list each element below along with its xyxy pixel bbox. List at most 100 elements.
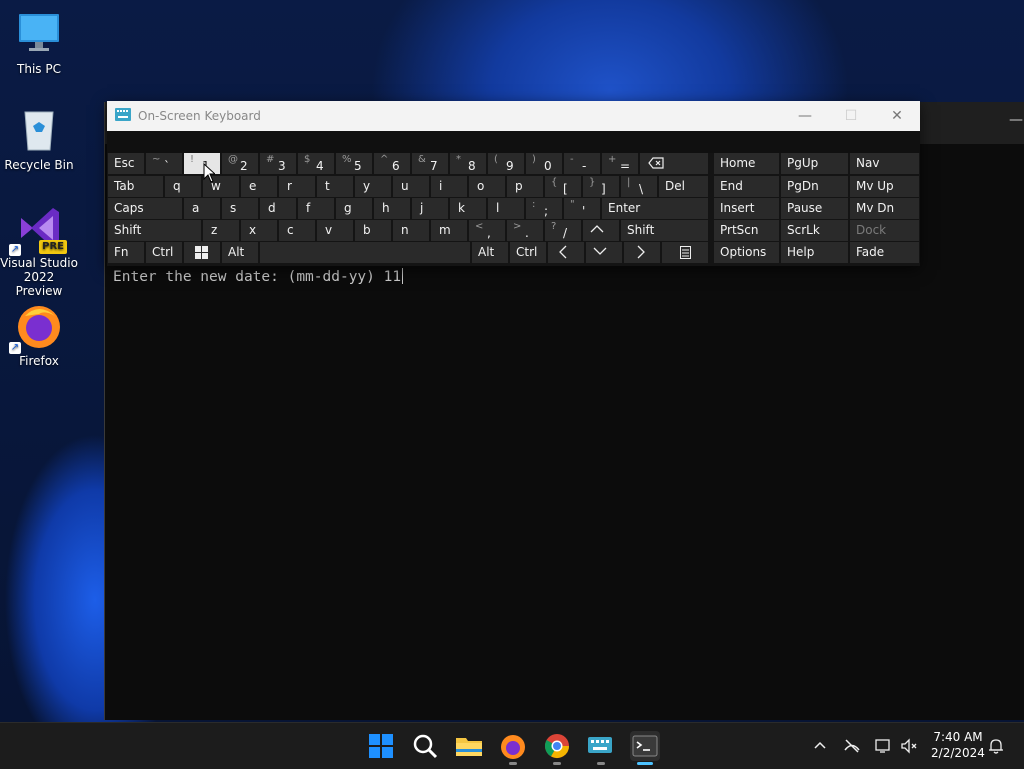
key-a[interactable]: a [184, 198, 220, 219]
key-z[interactable]: z [203, 220, 239, 241]
key-home[interactable]: Home [714, 153, 779, 174]
key-comma[interactable]: <, [469, 220, 505, 241]
key-q[interactable]: q [165, 176, 201, 197]
on-screen-keyboard-window[interactable]: On-Screen Keyboard — ☐ ✕ Esc ~` !1 @2 #3… [107, 101, 920, 266]
key-4[interactable]: $4 [298, 153, 334, 174]
key-7[interactable]: & 7 [412, 153, 448, 174]
osk-minimize-button[interactable]: — [782, 101, 828, 131]
speaker-muted-icon[interactable] [900, 737, 918, 755]
key-equals[interactable]: + = [602, 153, 638, 174]
taskbar-terminal[interactable] [630, 731, 660, 765]
key-8[interactable]: * 8 [450, 153, 486, 174]
key-options[interactable]: Options [714, 242, 779, 263]
key-l[interactable]: l [488, 198, 524, 219]
desktop-icon-this-pc[interactable]: This PC [0, 10, 78, 76]
key-shift-right[interactable]: Shift [621, 220, 708, 241]
key-backtick[interactable]: ~ ` [146, 153, 182, 174]
key-arrow-down[interactable] [586, 242, 622, 263]
key-n[interactable]: n [393, 220, 429, 241]
key-ctrl-right[interactable]: Ctrl [510, 242, 546, 263]
display-icon[interactable] [874, 737, 892, 755]
osk-maximize-button[interactable]: ☐ [828, 101, 874, 131]
console-minimize-button[interactable]: — [1009, 112, 1024, 132]
key-insert[interactable]: Insert [714, 198, 779, 219]
key-arrow-left[interactable] [548, 242, 584, 263]
key-enter[interactable]: Enter [602, 198, 708, 219]
key-c[interactable]: c [279, 220, 315, 241]
key-nav[interactable]: Nav [850, 153, 919, 174]
key-space[interactable] [260, 242, 470, 263]
key-y[interactable]: y [355, 176, 391, 197]
key-menu[interactable] [662, 242, 708, 263]
key-period[interactable]: >. [507, 220, 543, 241]
desktop-icon-firefox[interactable]: ↗ Firefox [0, 302, 78, 368]
key-j[interactable]: j [412, 198, 448, 219]
osk-close-button[interactable]: ✕ [874, 101, 920, 131]
search-button[interactable] [410, 731, 440, 761]
key-alt-left[interactable]: Alt [222, 242, 258, 263]
key-arrow-up[interactable] [583, 220, 619, 241]
notification-bell-icon[interactable] [987, 737, 1005, 755]
key-o[interactable]: o [469, 176, 505, 197]
desktop-icon-recycle-bin[interactable]: Recycle Bin [0, 106, 78, 172]
key-3[interactable]: #3 [260, 153, 296, 174]
key-esc[interactable]: Esc [108, 153, 144, 174]
taskbar-file-explorer[interactable] [454, 731, 484, 761]
key-slash[interactable]: ? / [545, 220, 581, 241]
key-f[interactable]: f [298, 198, 334, 219]
key-windows[interactable] [184, 242, 220, 263]
key-5[interactable]: % 5 [336, 153, 372, 174]
key-t[interactable]: t [317, 176, 353, 197]
osk-titlebar[interactable]: On-Screen Keyboard — ☐ ✕ [107, 101, 920, 131]
key-pgup[interactable]: PgUp [781, 153, 848, 174]
key-k[interactable]: k [450, 198, 486, 219]
key-g[interactable]: g [336, 198, 372, 219]
key-v[interactable]: v [317, 220, 353, 241]
key-tab[interactable]: Tab [108, 176, 163, 197]
key-quote[interactable]: " ' [564, 198, 600, 219]
key-backslash[interactable]: | \ [621, 176, 657, 197]
key-dock[interactable]: Dock [850, 220, 919, 241]
key-r[interactable]: r [279, 176, 315, 197]
key-0[interactable]: ) 0 [526, 153, 562, 174]
key-mv-dn[interactable]: Mv Dn [850, 198, 919, 219]
key-s[interactable]: s [222, 198, 258, 219]
key-shift-left[interactable]: Shift [108, 220, 201, 241]
key-h[interactable]: h [374, 198, 410, 219]
key-fade[interactable]: Fade [850, 242, 919, 263]
key-6[interactable]: ^ 6 [374, 153, 410, 174]
key-fn[interactable]: Fn [108, 242, 144, 263]
key-minus[interactable]: -- [564, 153, 600, 174]
key-ctrl-left[interactable]: Ctrl [146, 242, 182, 263]
key-prtscn[interactable]: PrtScn [714, 220, 779, 241]
key-arrow-right[interactable] [624, 242, 660, 263]
key-scrlk[interactable]: ScrLk [781, 220, 848, 241]
taskbar-clock[interactable]: 7:40 AM 2/2/2024 [920, 729, 996, 761]
start-button[interactable] [366, 731, 396, 761]
chevron-up-icon[interactable] [811, 737, 829, 755]
key-caps[interactable]: Caps [108, 198, 182, 219]
key-semicolon[interactable]: :; [526, 198, 562, 219]
key-pgdn[interactable]: PgDn [781, 176, 848, 197]
key-open-bracket[interactable]: {[ [545, 176, 581, 197]
taskbar-chrome[interactable] [542, 731, 572, 765]
key-b[interactable]: b [355, 220, 391, 241]
key-mv-up[interactable]: Mv Up [850, 176, 919, 197]
key-x[interactable]: x [241, 220, 277, 241]
desktop-icon-visual-studio[interactable]: PRE ↗ Visual Studio 2022 Preview [0, 204, 78, 298]
key-i[interactable]: i [431, 176, 467, 197]
key-e[interactable]: e [241, 176, 277, 197]
key-alt-right[interactable]: Alt [472, 242, 508, 263]
key-pause[interactable]: Pause [781, 198, 848, 219]
key-backspace[interactable] [640, 153, 708, 174]
key-u[interactable]: u [393, 176, 429, 197]
key-2[interactable]: @2 [222, 153, 258, 174]
key-del[interactable]: Del [659, 176, 708, 197]
key-help[interactable]: Help [781, 242, 848, 263]
key-9[interactable]: (9 [488, 153, 524, 174]
taskbar-firefox[interactable] [498, 731, 528, 765]
network-disconnected-icon[interactable] [843, 737, 861, 755]
taskbar-on-screen-keyboard[interactable] [586, 731, 616, 765]
key-p[interactable]: p [507, 176, 543, 197]
key-end[interactable]: End [714, 176, 779, 197]
